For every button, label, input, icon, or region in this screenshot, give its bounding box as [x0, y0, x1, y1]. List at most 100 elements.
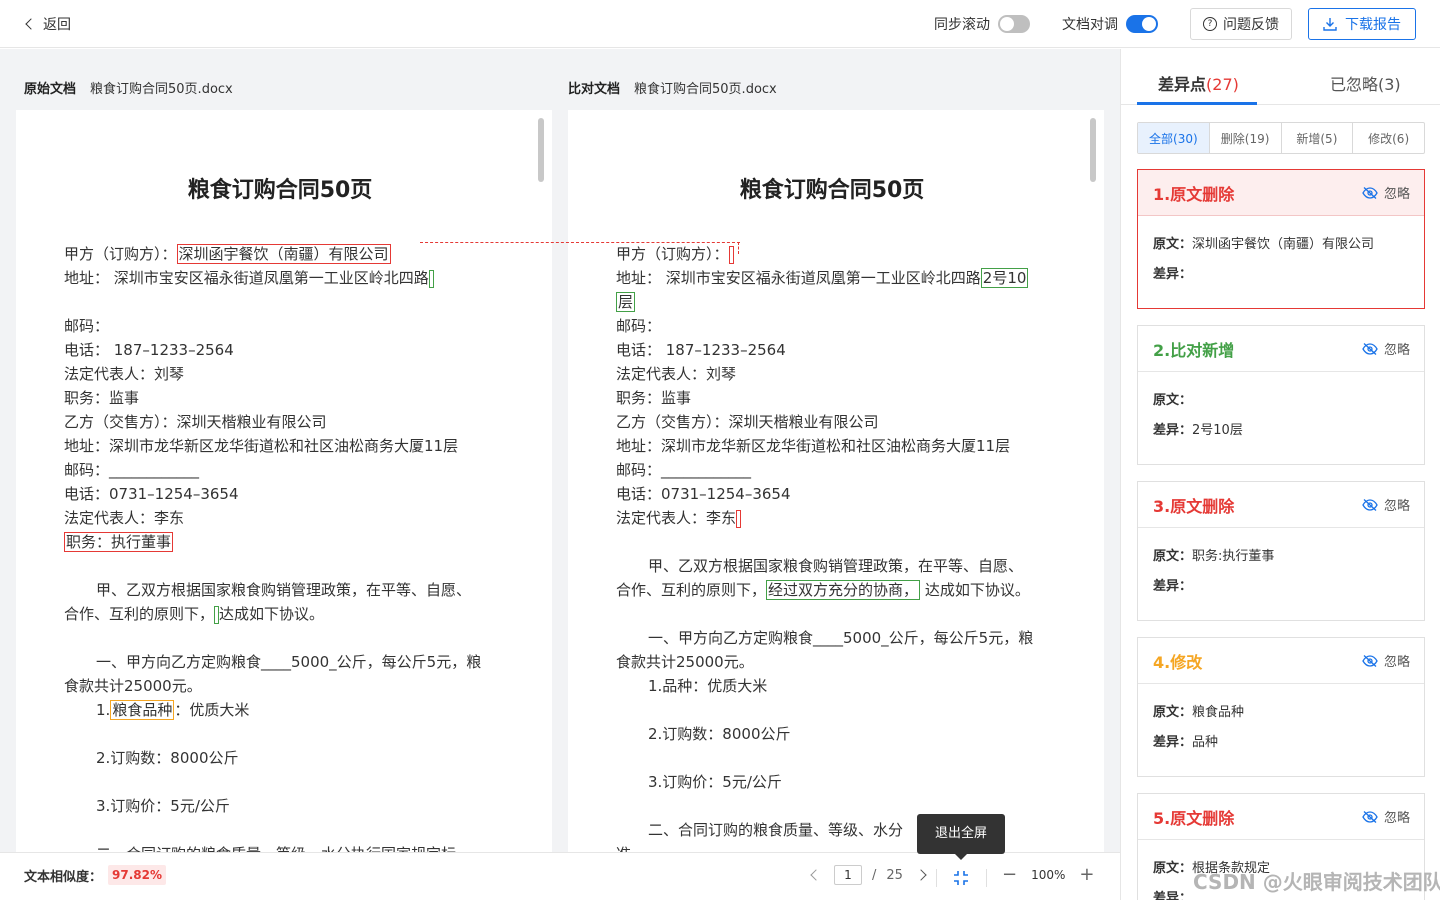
tab-differences-label: 差异点 [1158, 75, 1207, 94]
diff-card[interactable]: 3.原文删除 忽略 原文：职务:执行董事 差异： [1137, 481, 1425, 621]
filter-modified[interactable]: 修改(6) [1353, 123, 1424, 153]
ignore-button[interactable]: 忽略 [1362, 807, 1410, 826]
zoom-in-button[interactable]: + [1079, 865, 1094, 885]
doc-line: 法定代表人：李东 [64, 509, 185, 527]
deleted-text-highlight[interactable]: 职务：执行董事 [64, 532, 174, 552]
diff-new-text: 2号10层 [1192, 423, 1243, 438]
filter-all[interactable]: 全部(30) [1138, 123, 1210, 153]
diff-new-text: 品种 [1192, 735, 1219, 750]
modified-text-highlight[interactable]: 粮食品种 [110, 700, 175, 720]
chevron-left-icon [25, 18, 37, 30]
ignore-label: 忽略 [1383, 655, 1410, 670]
doc-line: 食款共计25000元。 [616, 653, 754, 671]
sync-scroll-toggle[interactable] [998, 15, 1030, 33]
compare-doc-body: 甲方（订购方）： 地址： 深圳市宝安区福永街道凤凰第一工业区岭北四路 2号10 层… [616, 242, 1066, 852]
exit-fullscreen-tooltip: 退出全屏 [917, 814, 1005, 860]
ignore-label: 忽略 [1383, 811, 1410, 826]
ignore-label: 忽略 [1383, 499, 1410, 514]
doc-line: 合作、互利的原则下， [64, 605, 215, 623]
diff-label: 差异： [1153, 579, 1193, 594]
eye-off-icon [1362, 186, 1378, 199]
doc-line: 食款共计25000元。 [64, 677, 202, 695]
doc-line: 职务：监事 [616, 389, 692, 407]
doc-line: 甲方（订购方）： [616, 245, 729, 263]
original-label: 原文： [1153, 705, 1193, 720]
added-text-highlight[interactable]: 2号10 [980, 268, 1029, 288]
doc-line: 二、合同订购的粮食质量、等级、水分 [648, 821, 904, 839]
ignore-label: 忽略 [1383, 187, 1410, 202]
compare-doc-title: 粮食订购合同50页 [739, 178, 925, 203]
doc-line: 法定代表人：刘琴 [64, 365, 185, 383]
eye-off-icon [1362, 498, 1378, 511]
doc-line: 乙方（交售方）：深圳天楷粮业有限公司 [616, 413, 879, 431]
feedback-button[interactable]: ? 问题反馈 [1190, 8, 1292, 40]
doc-line: 3.订购价：5元/公斤 [96, 797, 230, 815]
tab-differences-count: (27) [1206, 75, 1239, 94]
added-text-highlight[interactable]: 经过双方充分的协商， [766, 580, 921, 600]
deleted-position-marker[interactable] [728, 245, 734, 264]
diff-card-title: 3.原文删除 [1153, 496, 1235, 516]
doc-align-toggle[interactable] [1126, 15, 1158, 33]
doc-line: 乙方（交售方）：深圳天楷粮业有限公司 [64, 413, 327, 431]
diff-card-title: 5.原文删除 [1153, 808, 1235, 828]
original-doc-body: 甲方（订购方）： 深圳函宇餐饮（南疆）有限公司 地址： 深圳市宝安区福永街道凤凰第… [64, 242, 514, 852]
filter-added[interactable]: 新增(5) [1282, 123, 1354, 153]
original-doc-page[interactable]: 粮食订购合同50页 甲方（订购方）： 深圳函宇餐饮（南疆）有限公司 地址： 深圳市… [16, 110, 552, 852]
download-report-button[interactable]: 下载报告 [1308, 8, 1416, 40]
ignore-button[interactable]: 忽略 [1362, 651, 1410, 670]
sync-scroll-label: 同步滚动 [934, 17, 990, 33]
original-label: 原文： [1153, 237, 1193, 252]
doc-line: 合作、互利的原则下， [616, 581, 767, 599]
doc-line: 邮码： [616, 317, 662, 335]
page-number-input[interactable]: 1 [834, 865, 862, 885]
tab-ignored[interactable]: 已忽略(3) [1330, 71, 1401, 95]
prev-page-icon[interactable] [810, 869, 822, 881]
doc-line: 地址：深圳市龙华新区龙华街道松和社区油松商务大厦11层 [616, 437, 1011, 455]
back-button[interactable]: 返回 [24, 14, 71, 34]
top-bar: 返回 同步滚动 文档对调 ? 问题反馈 下载报告 [0, 0, 1440, 48]
diff-connector-line [420, 242, 740, 243]
diff-panel: 差异点(27) 已忽略(3) 全部(30) 删除(19) 新增(5) 修改(6)… [1120, 49, 1440, 900]
filter-deleted[interactable]: 删除(19) [1210, 123, 1282, 153]
ignore-button[interactable]: 忽略 [1362, 183, 1410, 202]
ignore-button[interactable]: 忽略 [1362, 495, 1410, 514]
diff-label: 差异： [1153, 891, 1193, 900]
diff-panel-tabs: 差异点(27) 已忽略(3) [1121, 49, 1440, 105]
doc-line: 法定代表人：刘琴 [616, 365, 737, 383]
diff-card[interactable]: 2.比对新增 忽略 原文： 差异：2号10层 [1137, 325, 1425, 465]
deleted-text-highlight[interactable]: 深圳函宇餐饮（南疆）有限公司 [176, 244, 391, 264]
deleted-position-marker[interactable] [736, 509, 742, 528]
doc-align-label: 文档对调 [1062, 17, 1118, 33]
bottom-bar: 文本相似度： 97.82% 1 / 25 − 100% + [0, 852, 1120, 900]
question-circle-icon: ? [1203, 17, 1217, 31]
compare-doc-label: 比对文档 [568, 82, 621, 97]
feedback-label: 问题反馈 [1223, 17, 1279, 33]
added-position-marker[interactable] [428, 269, 434, 288]
doc-line: 电话：0731–1254–3654 [616, 485, 791, 503]
exit-fullscreen-icon[interactable] [952, 869, 970, 887]
compare-doc-filename: 粮食订购合同50页.docx [634, 82, 777, 97]
similarity: 文本相似度： 97.82% [24, 865, 166, 885]
similarity-value: 97.82% [108, 865, 166, 885]
doc-line: 法定代表人：李东 [616, 509, 737, 527]
compare-doc-page[interactable]: 粮食订购合同50页 甲方（订购方）： 地址： 深圳市宝安区福永街道凤凰第一工业区… [568, 110, 1104, 852]
zoom-out-button[interactable]: − [1002, 865, 1017, 885]
ignore-button[interactable]: 忽略 [1362, 339, 1410, 358]
diff-label: 差异： [1153, 267, 1193, 282]
doc-line: 达成如下协议。 [924, 581, 1030, 599]
original-doc-filename: 粮食订购合同50页.docx [90, 82, 233, 97]
doc-line: 达成如下协议。 [219, 605, 325, 623]
diff-card-title: 2.比对新增 [1153, 340, 1235, 360]
next-page-icon[interactable] [915, 869, 927, 881]
doc-line: 地址： 深圳市宝安区福永街道凤凰第一工业区岭北四路 [616, 269, 981, 287]
tab-differences[interactable]: 差异点(27) [1158, 71, 1239, 95]
diff-filter-group: 全部(30) 删除(19) 新增(5) 修改(6) [1137, 122, 1425, 154]
doc-line: 二、合同订购的粮食质量、等级、水分执行国家规定标 [64, 842, 514, 852]
doc-line: ：优质大米 [174, 701, 250, 719]
diff-card[interactable]: 4.修改 忽略 原文：粮食品种 差异：品种 [1137, 637, 1425, 777]
doc-line: 地址： 深圳市宝安区福永街道凤凰第一工业区岭北四路 [64, 269, 429, 287]
diff-card[interactable]: 1.原文删除 忽略 原文：深圳函宇餐饮（南疆）有限公司 差异： [1137, 169, 1425, 309]
compare-doc-header: 比对文档 粮食订购合同50页.docx [568, 78, 777, 97]
added-text-highlight[interactable]: 层 [616, 292, 636, 312]
doc-line: 甲、乙双方根据国家粮食购销管理政策，在平等、自愿、 [96, 581, 472, 599]
